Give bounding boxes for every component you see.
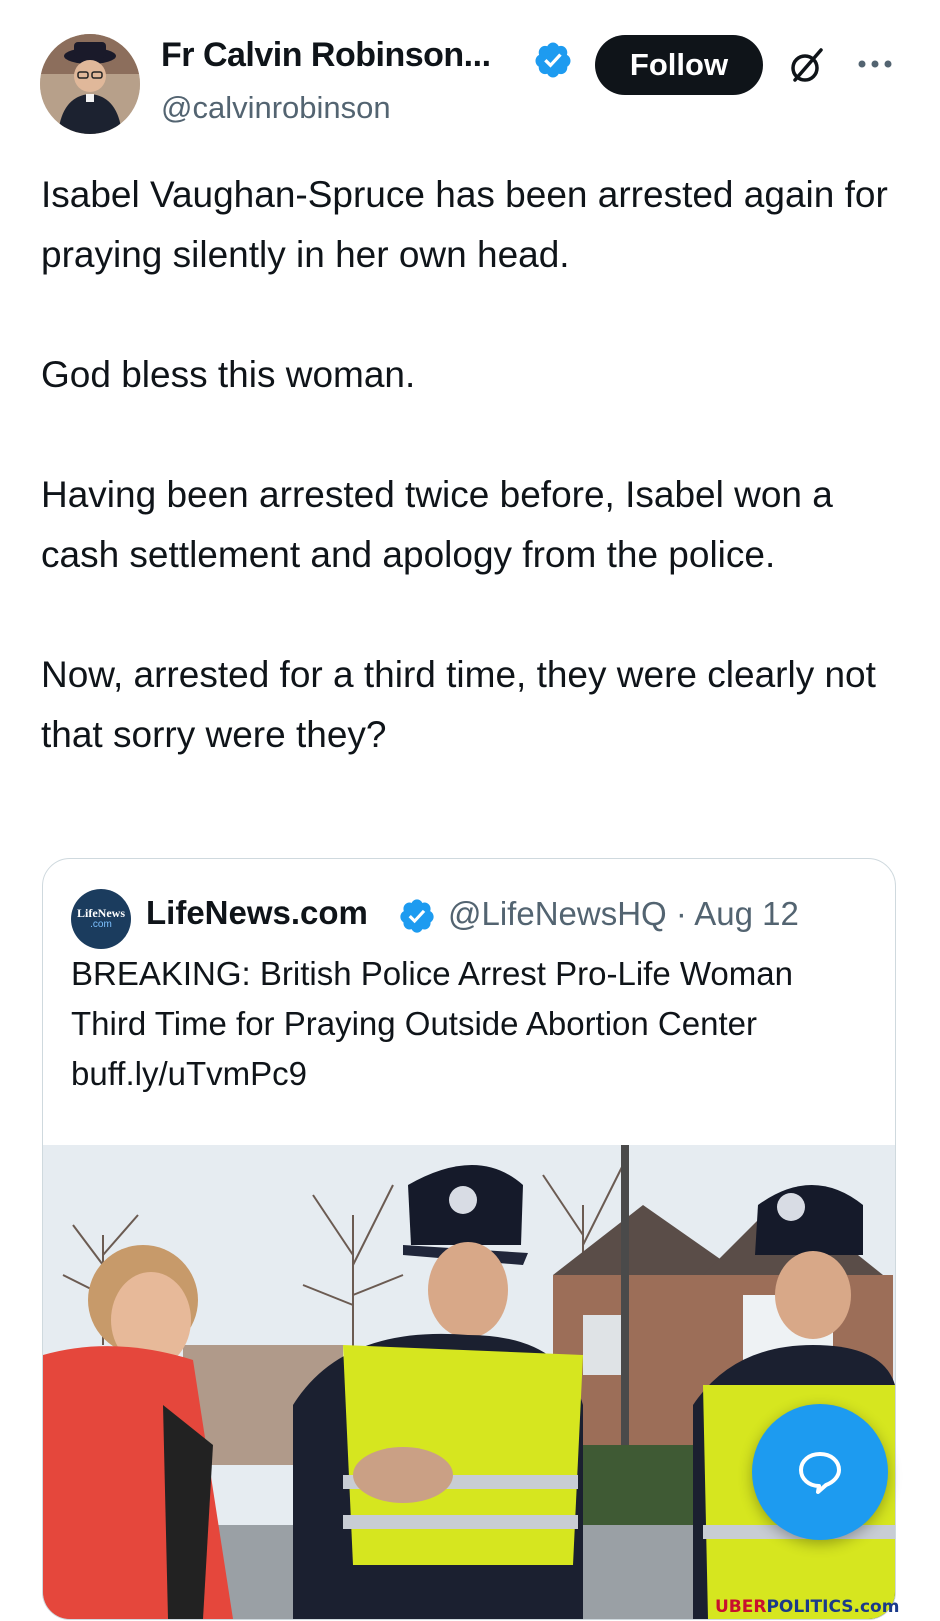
verified-badge-icon	[535, 42, 571, 78]
site-watermark: UBERPOLITICS.com	[715, 1597, 899, 1617]
author-handle[interactable]: @calvinrobinson	[161, 90, 391, 126]
watermark-part-1: UBER	[715, 1597, 767, 1617]
avatar-logo-subtext: .com	[90, 919, 112, 930]
tweet-paragraph: Now, arrested for a third time, they wer…	[41, 654, 876, 755]
tweet-paragraph: God bless this woman.	[41, 354, 416, 395]
follow-button[interactable]: Follow	[595, 35, 763, 95]
tweet-body: Isabel Vaughan-Spruce has been arrested …	[41, 165, 911, 825]
tweet-header: Fr Calvin Robinson... @calvinrobinson Fo…	[0, 0, 940, 140]
author-avatar[interactable]	[40, 34, 140, 134]
verified-badge-icon	[400, 899, 434, 933]
tweet-paragraph: Having been arrested twice before, Isabe…	[41, 474, 833, 575]
quoted-tweet-text: BREAKING: British Police Arrest Pro-Life…	[71, 955, 793, 1092]
police-street-photo	[43, 1145, 895, 1619]
author-display-name[interactable]: Fr Calvin Robinson...	[161, 36, 491, 75]
quoted-author-name[interactable]: LifeNews.com	[146, 894, 368, 932]
quoted-handle-and-date[interactable]: @LifeNewsHQ · Aug 12	[448, 895, 799, 933]
avatar-image	[40, 34, 140, 134]
quoted-tweet-photo[interactable]	[43, 1145, 895, 1619]
chat-bubble-icon	[799, 1452, 841, 1494]
watermark-part-2: POLITICS.com	[766, 1597, 900, 1617]
tweet-paragraph: Isabel Vaughan-Spruce has been arrested …	[41, 174, 888, 275]
reply-fab-button[interactable]	[752, 1404, 888, 1540]
quoted-author-avatar[interactable]: LifeNews .com	[71, 889, 131, 949]
grok-icon[interactable]	[785, 44, 829, 88]
more-options-icon[interactable]	[855, 52, 895, 76]
